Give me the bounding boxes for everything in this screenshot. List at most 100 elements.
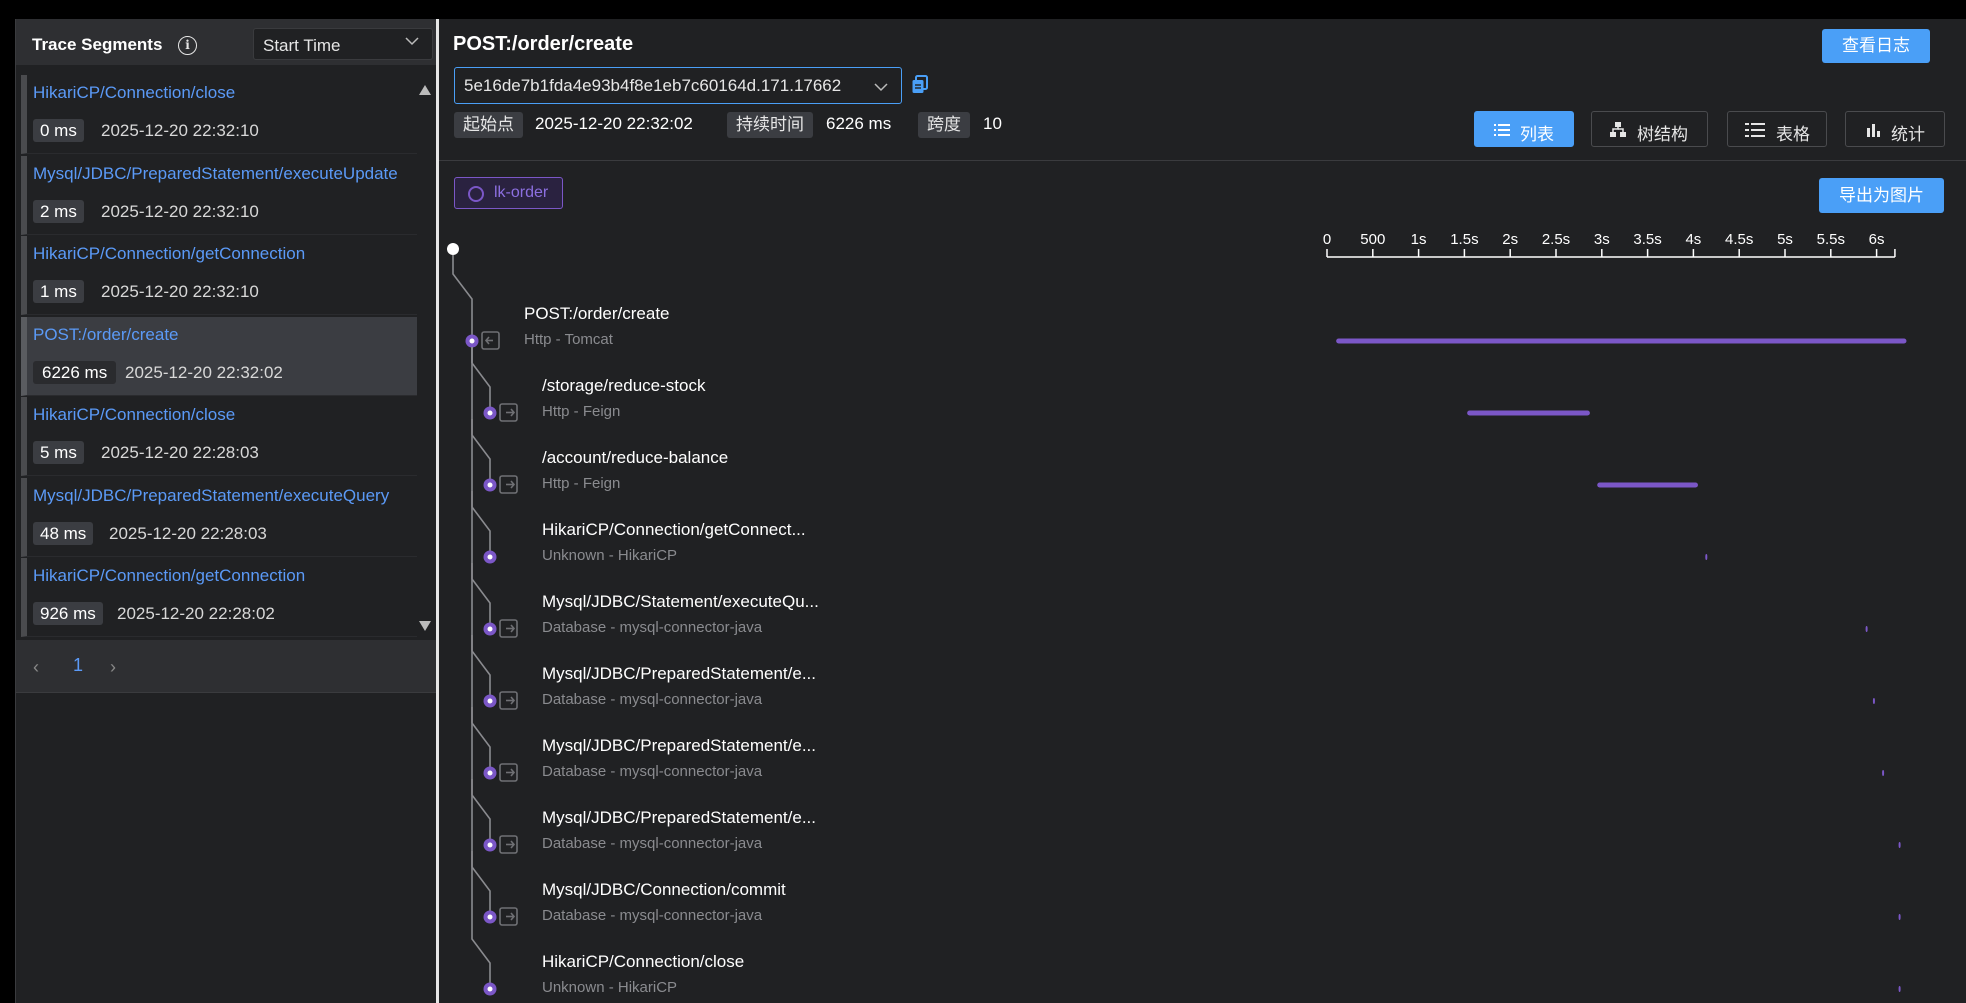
span-duration-bar[interactable]	[1872, 698, 1875, 704]
segment-start-time: 2025-12-20 22:28:02	[117, 604, 275, 623]
tree-connector	[471, 347, 491, 407]
prev-page-button[interactable]: ‹	[33, 657, 39, 678]
pagination: ‹ 1 ›	[16, 640, 437, 693]
span-component: Http - Feign	[542, 475, 621, 492]
segment-item[interactable]: HikariCP/Connection/close 0 ms 2025-12-20 …	[21, 75, 417, 154]
segment-duration-badge: 1 ms	[33, 280, 84, 303]
segment-start-time: 2025-12-20 22:28:03	[101, 443, 259, 462]
span-duration-bar[interactable]	[1467, 410, 1590, 416]
axis-tick-label: 3s	[1594, 231, 1610, 248]
tree-connector	[471, 419, 491, 479]
trace-detail-panel: POST:/order/create 查看日志 5e16de7b1fda4e93…	[439, 19, 1966, 1003]
span-duration-bar[interactable]	[1336, 338, 1907, 344]
chevron-down-icon	[405, 37, 419, 46]
segment-item[interactable]: Mysql/JDBC/PreparedStatement/executeUpda…	[21, 155, 417, 235]
span-component: Database - mysql-connector-java	[542, 619, 763, 636]
span-component: Database - mysql-connector-java	[542, 691, 763, 708]
span-name: /account/reduce-balance	[542, 448, 729, 467]
info-icon[interactable]: i	[178, 36, 197, 55]
span-node-center	[487, 482, 493, 488]
span-name: Mysql/JDBC/Statement/executeQu...	[542, 592, 819, 611]
span-node-center	[487, 410, 493, 416]
span-name: Mysql/JDBC/PreparedStatement/e...	[542, 808, 817, 827]
segment-start-time: 2025-12-20 22:32:10	[101, 201, 259, 221]
span-component: Unknown - HikariCP	[542, 547, 678, 564]
span-node-center	[487, 698, 493, 704]
span-duration-bar[interactable]	[1898, 986, 1901, 992]
axis-tick-label: 1s	[1411, 231, 1427, 248]
segment-list-scrollbar[interactable]	[415, 75, 435, 651]
axis-tick-label: 2.5s	[1542, 231, 1570, 248]
axis-tick-label: 1.5s	[1450, 231, 1478, 248]
span-name: Mysql/JDBC/PreparedStatement/e...	[542, 736, 817, 755]
segment-start-time: 2025-12-20 22:32:10	[101, 121, 259, 140]
axis-tick-label: 2s	[1502, 231, 1518, 248]
segment-name[interactable]: HikariCP/Connection/close	[33, 83, 421, 103]
axis-tick-label: 3.5s	[1633, 231, 1661, 248]
segment-name[interactable]: HikariCP/Connection/getConnection	[33, 244, 421, 264]
page-number-button[interactable]: 1	[73, 655, 83, 676]
segment-name[interactable]: HikariCP/Connection/close	[33, 405, 421, 425]
segment-item[interactable]: HikariCP/Connection/getConnection 926 ms 2…	[21, 558, 417, 637]
tree-connector	[471, 707, 491, 767]
tree-connector	[471, 635, 491, 695]
axis-tick-label: 500	[1360, 231, 1385, 248]
sort-selected-value: Start Time	[263, 36, 341, 55]
tree-connector	[471, 491, 491, 551]
tree-connector	[471, 923, 491, 983]
segment-start-time: 2025-12-20 22:32:02	[125, 362, 283, 382]
span-duration-bar[interactable]	[1865, 626, 1868, 632]
span-duration-bar[interactable]	[1597, 482, 1698, 488]
segment-start-time: 2025-12-20 22:28:03	[109, 523, 267, 543]
span-name: HikariCP/Connection/close	[542, 952, 745, 971]
span-component: Http - Tomcat	[524, 331, 613, 348]
span-node-center	[487, 770, 493, 776]
axis-tick-label: 4s	[1685, 231, 1701, 248]
segment-name[interactable]: POST:/order/create	[33, 325, 421, 345]
span-duration-bar[interactable]	[1898, 842, 1901, 848]
tree-connector	[452, 255, 473, 335]
segment-list: HikariCP/Connection/close 0 ms 2025-12-20 …	[16, 75, 437, 651]
segment-item[interactable]: Mysql/JDBC/PreparedStatement/executeQuer…	[21, 477, 417, 557]
segment-name[interactable]: Mysql/JDBC/PreparedStatement/executeQuer…	[33, 486, 421, 506]
sort-select[interactable]: Start Time	[253, 28, 433, 60]
axis-tick-label: 0	[1323, 231, 1331, 248]
segment-duration-badge: 0 ms	[33, 119, 84, 142]
span-name: HikariCP/Connection/getConnect...	[542, 520, 806, 539]
span-node-center	[469, 338, 475, 344]
span-component: Database - mysql-connector-java	[542, 763, 763, 780]
span-name: POST:/order/create	[524, 304, 670, 323]
segment-name[interactable]: HikariCP/Connection/getConnection	[33, 566, 421, 586]
span-duration-bar[interactable]	[1705, 554, 1708, 560]
trace-tree-timeline: 0 500 1s 1.5s 2s 2.5s 3s 3.5s 4s 4.5s 5s 5.5s 6s	[447, 231, 1907, 996]
trace-segments-panel: Trace Segments i Start Time HikariCP/Con…	[15, 19, 437, 1003]
segment-item[interactable]: POST:/order/create 6226 ms 2025-12-20 22:3…	[21, 316, 417, 396]
tree-connector	[471, 779, 491, 839]
axis-tick-label: 5s	[1777, 231, 1793, 248]
span-duration-bar[interactable]	[1882, 770, 1885, 776]
span-name: Mysql/JDBC/PreparedStatement/e...	[542, 664, 817, 683]
next-page-button[interactable]: ›	[110, 657, 116, 678]
scroll-up-icon	[419, 85, 431, 95]
axis-tick-label: 6s	[1869, 231, 1885, 248]
axis-tick-label: 5.5s	[1817, 231, 1845, 248]
segment-start-time: 2025-12-20 22:32:10	[101, 282, 259, 301]
segment-duration-badge: 48 ms	[33, 521, 94, 545]
segment-item[interactable]: HikariCP/Connection/close 5 ms 2025-12-20 …	[21, 397, 417, 476]
segment-duration-badge: 2 ms	[33, 199, 84, 223]
segment-duration-badge: 926 ms	[33, 602, 103, 625]
span-name: /storage/reduce-stock	[542, 376, 706, 395]
axis-tick-label: 4.5s	[1725, 231, 1753, 248]
span-component: Unknown - HikariCP	[542, 979, 678, 996]
segments-header: Trace Segments i Start Time	[16, 19, 437, 65]
span-node-center	[487, 986, 493, 992]
span-component: Database - mysql-connector-java	[542, 835, 763, 852]
segment-duration-badge: 6226 ms	[33, 360, 117, 384]
root-node	[447, 243, 459, 255]
span-duration-bar[interactable]	[1898, 914, 1901, 920]
segment-duration-badge: 5 ms	[33, 441, 84, 464]
span-node-center	[487, 554, 493, 560]
segment-item[interactable]: HikariCP/Connection/getConnection 1 ms 202…	[21, 236, 417, 315]
span-node-center	[487, 914, 493, 920]
segment-name[interactable]: Mysql/JDBC/PreparedStatement/executeUpda…	[33, 164, 421, 184]
